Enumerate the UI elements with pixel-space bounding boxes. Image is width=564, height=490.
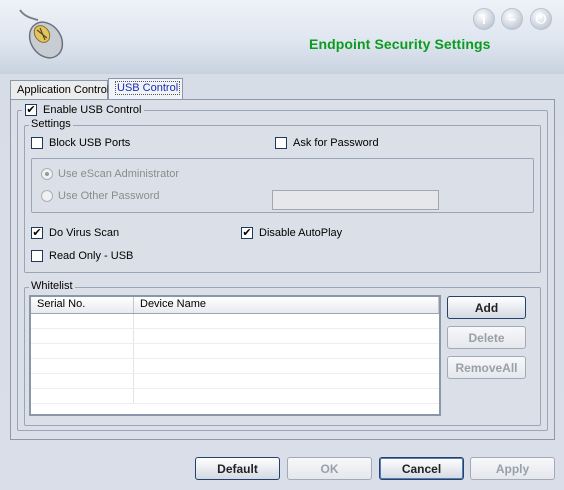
remove-all-button[interactable]: RemoveAll — [447, 356, 526, 379]
settings-window: Endpoint Security Settings i − ⏻ Applica… — [0, 0, 564, 490]
settings-legend: Settings — [29, 118, 73, 130]
read-only-usb-checkbox[interactable]: Read Only - USB — [31, 250, 133, 262]
table-header: Serial No. Device Name — [31, 297, 439, 314]
delete-button[interactable]: Delete — [447, 326, 526, 349]
minimize-icon[interactable]: − — [501, 8, 523, 30]
checkbox-box: ✔ — [25, 103, 37, 116]
checkbox-box — [31, 137, 43, 149]
mouse-logo-icon — [19, 9, 64, 59]
checkbox-box: ✔ — [31, 226, 43, 239]
do-virus-scan-label: Do Virus Scan — [49, 227, 120, 239]
info-icon[interactable]: i — [473, 8, 495, 30]
checkbox-box — [31, 250, 43, 262]
column-header-device-name[interactable]: Device Name — [134, 297, 439, 313]
settings-group: Settings Block USB Ports Ask for Passwor… — [24, 118, 541, 273]
disable-autoplay-label: Disable AutoPlay — [259, 227, 343, 239]
table-row — [31, 344, 439, 359]
tab-label: USB Control — [115, 81, 181, 95]
page-title: Endpoint Security Settings — [309, 36, 491, 52]
default-button[interactable]: Default — [195, 457, 280, 480]
window-header: Endpoint Security Settings i − ⏻ — [0, 0, 564, 74]
table-row — [31, 359, 439, 374]
use-other-password-label: Use Other Password — [58, 190, 160, 202]
table-row — [31, 314, 439, 329]
do-virus-scan-checkbox[interactable]: ✔ Do Virus Scan — [31, 227, 119, 239]
use-other-password-radio[interactable]: Use Other Password — [41, 190, 159, 202]
tab-label: Application Control — [17, 84, 110, 96]
tab-application-control[interactable]: Application Control — [10, 80, 110, 100]
power-icon[interactable]: ⏻ — [530, 8, 552, 30]
table-row — [31, 374, 439, 389]
ask-for-password-checkbox[interactable]: Ask for Password — [275, 137, 379, 149]
ok-button[interactable]: OK — [287, 457, 372, 480]
password-options-group: Use eScan Administrator Use Other Passwo… — [31, 158, 534, 213]
radio-dot — [41, 168, 53, 180]
cancel-button[interactable]: Cancel — [379, 457, 464, 480]
use-escan-administrator-label: Use eScan Administrator — [58, 168, 180, 180]
read-only-usb-label: Read Only - USB — [49, 250, 134, 262]
block-usb-ports-checkbox[interactable]: Block USB Ports — [31, 137, 130, 149]
ask-for-password-label: Ask for Password — [293, 137, 379, 149]
enable-usb-control-checkbox[interactable]: ✔ Enable USB Control — [22, 103, 145, 116]
table-row — [31, 329, 439, 344]
apply-button[interactable]: Apply — [470, 457, 555, 480]
whitelist-table[interactable]: Serial No. Device Name — [29, 295, 441, 416]
enable-usb-control-label: Enable USB Control — [43, 104, 142, 116]
use-escan-administrator-radio[interactable]: Use eScan Administrator — [41, 168, 179, 180]
whitelist-legend: Whitelist — [29, 280, 75, 292]
add-button[interactable]: Add — [447, 296, 526, 319]
other-password-field[interactable] — [272, 190, 439, 210]
radio-dot — [41, 190, 53, 202]
block-usb-ports-label: Block USB Ports — [49, 137, 131, 149]
checkbox-box: ✔ — [241, 226, 253, 239]
column-header-serial-no[interactable]: Serial No. — [31, 297, 134, 313]
checkbox-box — [275, 137, 287, 149]
table-row — [31, 389, 439, 404]
disable-autoplay-checkbox[interactable]: ✔ Disable AutoPlay — [241, 227, 342, 239]
